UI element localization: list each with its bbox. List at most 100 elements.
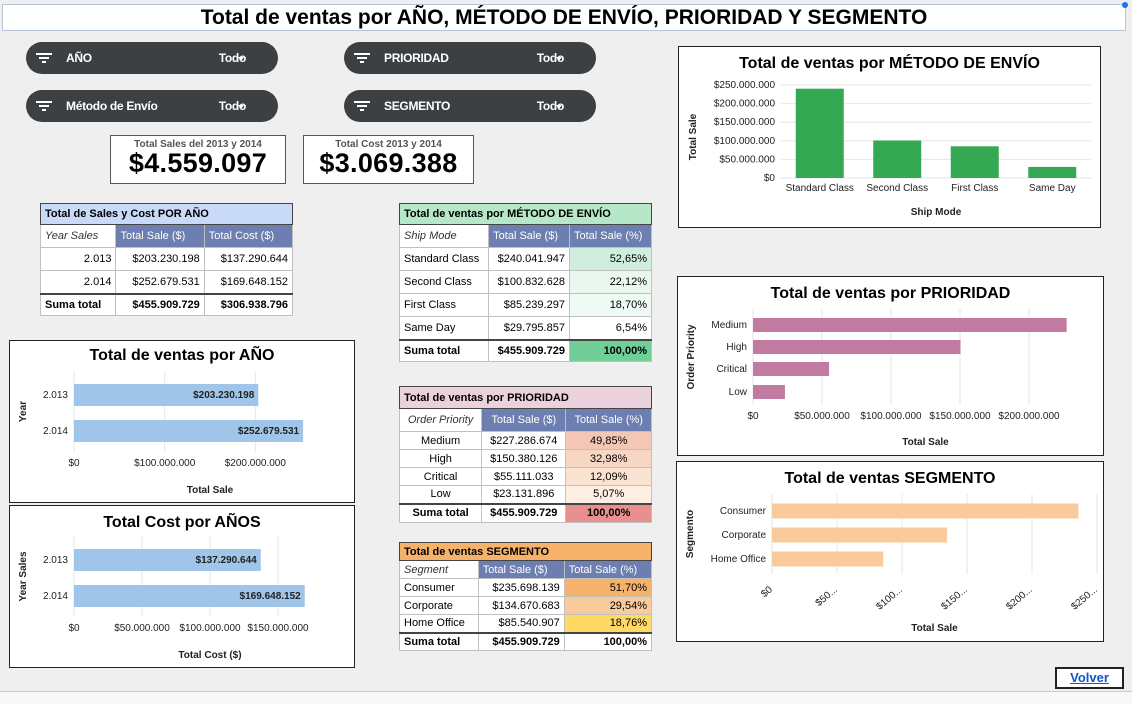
chart-cost-by-year[interactable]: Total Cost por AÑOS $0 $50.000.000 $100.00… [9, 505, 355, 668]
x-tick-label: $50.000.000 [794, 411, 850, 422]
table-cell: Standard Class [398, 247, 490, 271]
chart-sales-by-year[interactable]: Total de ventas por AÑO $0 $100.000.000 $2… [9, 340, 355, 503]
kpi-total-cost-value: $3.069.388 [319, 148, 458, 178]
total-row: Suma total $455.909.729 $306.938.796 [39, 292, 294, 316]
table-cell: $235.698.139 [477, 578, 565, 597]
table-cell: Suma total [398, 502, 483, 523]
table-cell: Suma total [399, 631, 479, 651]
chart-canvas: $0 $50.000.000 $100.000.000 $150.000.000 $20… [688, 80, 1091, 218]
table-cell: $240.041.947 [488, 247, 570, 271]
table-cell: 6,54% [568, 316, 653, 340]
x-tick-label: $0 [68, 623, 80, 634]
bar [873, 140, 922, 178]
table-cell: 18,70% [568, 293, 653, 317]
table-cell: 32,98% [565, 449, 652, 468]
x-tick-label: $100.000.000 [134, 458, 196, 469]
filter-priority-label: PRIORIDAD [384, 51, 449, 65]
table-cell: Low [398, 485, 483, 504]
y-tick-label: $100.000.000 [714, 136, 776, 147]
bar [753, 340, 961, 354]
column-header: Segment [399, 560, 479, 579]
back-link[interactable]: Volver [1055, 667, 1124, 689]
column-header: Total Sale (%) [563, 560, 653, 579]
y-tick-label: $200.000.000 [714, 99, 776, 110]
y-tick-label: Home Office [711, 554, 767, 565]
table-cell: 2.013 [39, 247, 117, 271]
kpi-total-sales-value: $4.559.097 [128, 148, 268, 178]
selection-handle[interactable] [1122, 2, 1128, 8]
chart-canvas: $0 $100.000.000 $200.000.000 2.013 $203.230.… [18, 371, 304, 496]
page-title: Total de ventas por AÑO, MÉTODO DE ENVÍO… [200, 6, 928, 29]
x-tick-label: $150... [939, 584, 970, 612]
table-cell: Second Class [398, 270, 490, 294]
column-header: Ship Mode [398, 224, 490, 248]
table-row: First Class $85.239.297 18,70% [398, 293, 653, 317]
table-cell: $306.938.796 [203, 292, 294, 316]
y-tick-label: Critical [716, 364, 747, 375]
filter-year[interactable]: AÑO Todo [26, 42, 278, 74]
x-axis-label: Total Sale [911, 623, 958, 634]
x-tick-label: $150.000.000 [247, 623, 309, 634]
table-row: Consumer $235.698.139 51,70% [399, 578, 653, 597]
table-cell: $455.909.729 [488, 338, 570, 362]
table-row: Same Day $29.795.857 6,54% [398, 316, 653, 340]
pivot-table-year: Total de Sales y Cost POR AÑO Year Sales… [39, 203, 294, 316]
x-tick-label: Second Class [866, 183, 928, 194]
bar [753, 318, 1067, 332]
table-cell: Same Day [398, 316, 490, 340]
table-cell: Corporate [399, 596, 479, 615]
table-cell: 2.014 [39, 270, 117, 294]
filter-icon [36, 101, 52, 111]
chevron-down-icon [556, 57, 562, 61]
table-cell: $100.832.628 [488, 270, 570, 294]
chart-sales-by-priority[interactable]: Total de ventas por PRIORIDAD $0 $50.000.… [677, 276, 1104, 456]
y-tick-label: Low [729, 387, 748, 398]
chart-sales-by-ship-mode[interactable]: Total de ventas por MÉTODO DE ENVÍO $0 $5… [678, 46, 1101, 228]
table-cell: High [398, 449, 483, 468]
table-cell: 100,00% [563, 631, 653, 651]
x-tick-label: $100... [874, 584, 905, 612]
data-label: $137.290.644 [196, 555, 258, 566]
chart-sales-by-segment[interactable]: Total de ventas SEGMENTO $0 $50... $100...… [676, 461, 1104, 642]
y-axis-label: Total Sale [688, 113, 699, 160]
table-cell: 49,85% [565, 431, 652, 450]
y-tick-label: $50.000.000 [719, 154, 775, 165]
table-cell: $455.909.729 [477, 631, 565, 651]
data-label: $252.679.531 [238, 426, 300, 437]
filter-segment[interactable]: SEGMENTO Todo [344, 90, 596, 122]
column-header: Order Priority [398, 408, 483, 432]
filter-segment-label: SEGMENTO [384, 99, 451, 113]
pivot-table-segment: Total de ventas SEGMENTO Segment Total S… [399, 542, 653, 651]
x-axis-label: Ship Mode [911, 207, 962, 218]
bar [950, 146, 999, 178]
chevron-down-icon [556, 105, 562, 109]
table-cell: $55.111.033 [481, 467, 567, 486]
y-tick-label: $250.000.000 [714, 80, 776, 91]
filter-icon [354, 101, 370, 111]
pivot-table-priority: Total de ventas por PRIORIDAD Order Prio… [398, 386, 652, 523]
x-tick-label: $200.000.000 [225, 458, 287, 469]
table-cell: 29,54% [563, 596, 653, 615]
x-axis-label: Total Sale [902, 437, 949, 448]
table-cell: $455.909.729 [115, 292, 205, 316]
filter-priority[interactable]: PRIORIDAD Todo [344, 42, 596, 74]
table-cell: $85.239.297 [488, 293, 570, 317]
x-tick-label: Same Day [1029, 183, 1076, 194]
filter-ship-mode[interactable]: Método de Envío Todo [26, 90, 278, 122]
column-header: Total Sale (%) [568, 224, 653, 248]
x-tick-label: $250... [1069, 584, 1100, 612]
table-row: 2.014 $252.679.531 $169.648.152 [39, 270, 294, 294]
x-tick-label: $50.000.000 [114, 623, 170, 634]
table-cell: $150.380.126 [481, 449, 567, 468]
chart-canvas: $0 $50.000.000 $100.000.000 $150.000.000 $20… [686, 309, 1067, 448]
y-tick-label: 2.014 [43, 426, 68, 437]
chevron-down-icon [238, 105, 244, 109]
table-header: Total de ventas por PRIORIDAD [399, 386, 652, 409]
dashboard-title: Total de ventas por AÑO, MÉTODO DE ENVÍO… [2, 2, 1128, 31]
table-cell: $169.648.152 [203, 270, 294, 294]
bar [753, 362, 830, 376]
table-cell: $203.230.198 [115, 247, 205, 271]
table-header: Total de ventas por MÉTODO DE ENVÍO [399, 203, 652, 225]
y-axis-label: Order Priority [686, 324, 697, 389]
y-tick-label: High [726, 342, 747, 353]
